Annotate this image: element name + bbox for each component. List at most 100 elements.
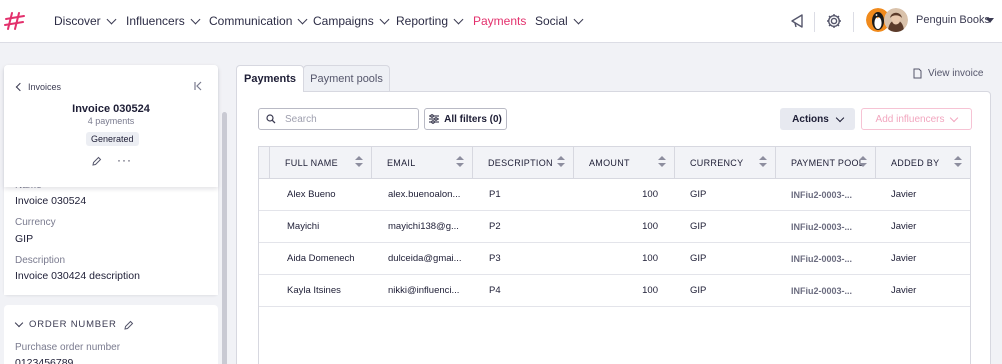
left-panel-scrollbar[interactable]	[222, 112, 227, 364]
top-navigation-bar: Discover Influencers Communication Campa…	[0, 0, 1002, 43]
search-input[interactable]: Search	[258, 108, 419, 130]
chevron-down-icon	[453, 14, 464, 24]
logo-hash-icon[interactable]	[4, 10, 26, 32]
all-filters-label: All filters (0)	[444, 113, 502, 125]
view-invoice-link[interactable]: View invoice	[913, 68, 983, 79]
tab-payment-pools-label: Payment pools	[310, 73, 383, 85]
column-header-full-name[interactable]: FULL NAME	[269, 147, 371, 178]
column-header-email[interactable]: EMAIL	[371, 147, 472, 178]
cell-email: alex.buenoalon...	[388, 189, 461, 200]
sort-icon[interactable]	[355, 156, 363, 169]
more-options-icon[interactable]: ···	[117, 153, 132, 167]
nav-influencers-label: Influencers	[126, 14, 185, 28]
chevron-down-icon	[573, 14, 584, 24]
invoice-header-card: Invoices Invoice 030524 4 payments Gener…	[4, 65, 218, 187]
nav-discover[interactable]: Discover	[54, 14, 117, 28]
table-row[interactable]: Alex Bueno alex.buenoalon... P1 100 GIP …	[259, 179, 970, 211]
back-to-invoices-link[interactable]: Invoices	[15, 82, 61, 92]
table-row[interactable]: Kayla Itsines nikki@influenci... P4 100 …	[259, 275, 970, 307]
column-header-label: FULL NAME	[285, 157, 338, 168]
cell-payment-pool[interactable]: INFiu2-0003-...	[791, 211, 873, 242]
cell-added-by: Javier	[891, 285, 917, 296]
sort-icon[interactable]	[759, 156, 767, 169]
cell-description: P3	[489, 253, 501, 264]
chevron-down-icon	[106, 14, 117, 24]
column-header-payment-pool[interactable]: PAYMENT POOL	[775, 147, 875, 178]
sort-icon[interactable]	[557, 156, 565, 169]
table-header-row: FULL NAME EMAIL DESCRIPTION AMOUNT CURRE…	[259, 146, 970, 179]
cell-full-name: Aida Domenech	[287, 253, 355, 264]
nav-payments[interactable]: Payments	[473, 14, 526, 28]
nav-influencers[interactable]: Influencers	[126, 14, 201, 28]
column-header-added-by[interactable]: ADDED BY	[875, 147, 970, 178]
nav-communication-label: Communication	[209, 14, 293, 28]
description-value: Invoice 030424 description	[15, 270, 140, 282]
cell-added-by: Javier	[891, 189, 917, 200]
cell-amount: 100	[642, 221, 658, 232]
cell-amount: 100	[642, 285, 658, 296]
column-header-label: DESCRIPTION	[488, 157, 553, 168]
filter-sliders-icon	[429, 114, 440, 124]
column-header-label: CURRENCY	[690, 157, 744, 168]
nav-social-label: Social	[535, 14, 568, 28]
table-row[interactable]: Aida Domenech dulceida@gmai... P3 100 GI…	[259, 243, 970, 275]
all-filters-button[interactable]: All filters (0)	[424, 108, 507, 130]
cell-full-name: Alex Bueno	[287, 189, 336, 200]
edit-pencil-icon[interactable]	[124, 320, 134, 330]
user-avatar[interactable]	[884, 8, 908, 32]
chevron-down-icon	[14, 318, 24, 328]
order-number-card: ORDER NUMBER Purchase order number 01234…	[4, 305, 218, 364]
add-influencers-button[interactable]: Add influencers	[861, 108, 972, 130]
search-placeholder: Search	[285, 113, 317, 125]
order-number-toggle[interactable]: ORDER NUMBER	[14, 318, 134, 330]
actions-label: Actions	[792, 113, 829, 125]
actions-button[interactable]: Actions	[780, 108, 855, 130]
column-header-currency[interactable]: CURRENCY	[674, 147, 775, 178]
cell-description: P4	[489, 285, 501, 296]
cell-currency: GIP	[690, 221, 707, 232]
table-row[interactable]: Mayichi mayichi138@g... P2 100 GIP INFiu…	[259, 211, 970, 243]
name-value: Invoice 030524	[15, 195, 87, 207]
sort-icon[interactable]	[456, 156, 464, 169]
sort-icon[interactable]	[954, 156, 962, 169]
nav-reporting[interactable]: Reporting	[396, 14, 464, 28]
nav-reporting-label: Reporting	[396, 14, 449, 28]
cell-added-by: Javier	[891, 221, 917, 232]
order-number-heading: ORDER NUMBER	[29, 319, 117, 330]
cell-payment-pool[interactable]: INFiu2-0003-...	[791, 243, 873, 274]
nav-social[interactable]: Social	[535, 14, 584, 28]
chevron-down-icon	[190, 14, 201, 24]
nav-communication[interactable]: Communication	[209, 14, 308, 28]
cell-email: dulceida@gmai...	[388, 253, 462, 264]
cell-currency: GIP	[690, 189, 707, 200]
megaphone-icon[interactable]	[789, 12, 807, 30]
tab-payment-pools[interactable]: Payment pools	[303, 65, 390, 92]
purchase-order-value: 0123456789	[15, 357, 74, 364]
chevron-down-icon	[835, 113, 845, 122]
payments-count: 4 payments	[87, 116, 135, 126]
cell-description: P2	[489, 221, 501, 232]
edit-pencil-icon[interactable]	[92, 156, 102, 166]
account-name[interactable]: Penguin Books	[916, 14, 990, 26]
column-header-amount[interactable]: AMOUNT	[573, 147, 674, 178]
sort-icon[interactable]	[859, 156, 867, 169]
cell-amount: 100	[642, 189, 658, 200]
column-header-label: ADDED BY	[891, 157, 940, 168]
nav-payments-label: Payments	[473, 14, 527, 28]
account-caret-icon[interactable]	[986, 18, 994, 23]
cell-added-by: Javier	[891, 253, 917, 264]
chevron-left-icon	[15, 82, 25, 92]
cell-payment-pool[interactable]: INFiu2-0003-...	[791, 275, 873, 306]
tab-payments[interactable]: Payments	[236, 65, 304, 92]
collapse-panel-icon[interactable]	[194, 81, 204, 91]
gear-icon[interactable]	[825, 12, 843, 30]
search-icon	[266, 114, 276, 124]
description-label: Description	[15, 255, 66, 266]
nav-campaigns[interactable]: Campaigns	[313, 14, 390, 28]
cell-payment-pool[interactable]: INFiu2-0003-...	[791, 179, 873, 210]
cell-full-name: Mayichi	[287, 221, 320, 232]
sort-icon[interactable]	[658, 156, 666, 169]
view-invoice-label: View invoice	[928, 68, 984, 79]
add-influencers-label: Add influencers	[875, 113, 945, 125]
column-header-description[interactable]: DESCRIPTION	[472, 147, 573, 178]
